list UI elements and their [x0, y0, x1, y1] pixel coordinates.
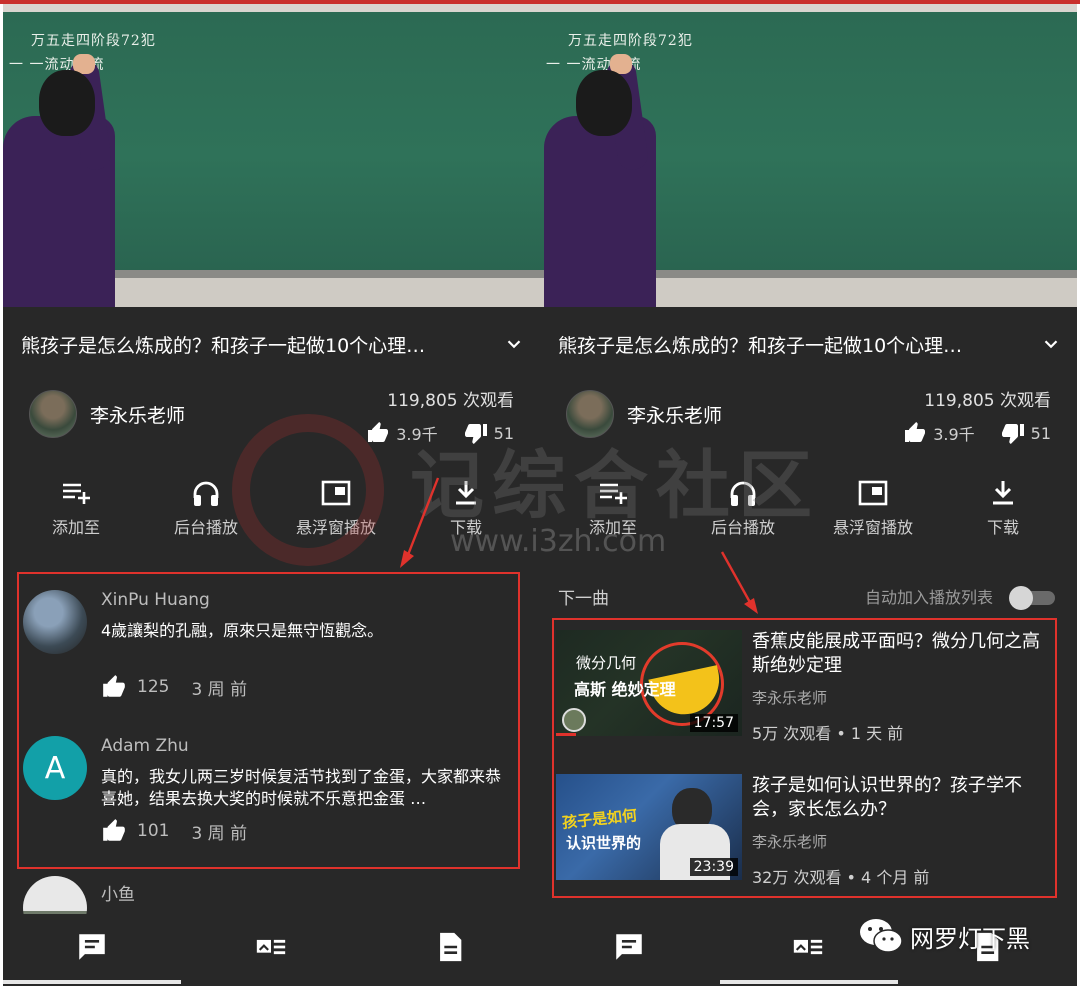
- picture-in-picture-icon: [321, 480, 351, 506]
- background-play-button[interactable]: 后台播放: [141, 478, 271, 538]
- channel-info[interactable]: 李永乐老师: [29, 390, 185, 438]
- wechat-account-name: 网罗灯下黑: [910, 924, 1030, 953]
- download-button[interactable]: 下载: [401, 478, 531, 538]
- right-phone-screen: 万五走四阶段72犯 一 一流动的流 熊孩子是怎么炼成的？和孩子一起做10个心理……: [540, 4, 1077, 986]
- headphones-icon: [193, 481, 219, 506]
- up-next-row: 下一曲 自动加入播放列表: [558, 582, 1055, 612]
- avatar[interactable]: [566, 390, 614, 438]
- floating-window-button[interactable]: 悬浮窗播放: [808, 478, 938, 538]
- up-next-label: 下一曲: [558, 589, 609, 609]
- bottom-nav: [3, 914, 540, 986]
- comment-item[interactable]: 小鱼: [23, 876, 523, 940]
- video-title: 熊孩子是怎么炼成的？和孩子一起做10个心理…: [21, 334, 426, 357]
- download-button[interactable]: 下载: [938, 478, 1068, 538]
- video-stats: 119,805 次观看 3.9千 51: [366, 386, 514, 445]
- channel-name[interactable]: 李永乐老师: [90, 401, 185, 428]
- chalk-writing: 万五走四阶段72犯: [568, 33, 693, 49]
- dislike-count: 51: [493, 423, 514, 443]
- action-bar: 添加至 后台播放 悬浮窗播放 下载: [540, 478, 1077, 548]
- like-count: 3.9千: [933, 425, 975, 444]
- video-player[interactable]: 万五走四阶段72犯 一 一流动的流: [540, 4, 1077, 307]
- wechat-badge: 网罗灯下黑: [858, 916, 1030, 956]
- autoplay-label: 自动加入播放列表: [864, 588, 993, 607]
- video-title-row[interactable]: 熊孩子是怎么炼成的？和孩子一起做10个心理…: [21, 324, 526, 364]
- thumbs-up-icon[interactable]: [366, 421, 390, 445]
- like-count: 3.9千: [396, 425, 438, 444]
- avatar[interactable]: [29, 390, 77, 438]
- playlist-add-icon: [600, 483, 627, 504]
- download-icon: [993, 481, 1013, 505]
- dislike-count: 51: [1030, 423, 1051, 443]
- headphones-icon: [730, 481, 756, 506]
- picture-in-picture-icon: [858, 480, 888, 506]
- add-to-button[interactable]: 添加至: [548, 478, 678, 538]
- chalk-writing: 万五走四阶段72犯: [31, 33, 156, 49]
- related-videos-icon[interactable]: [791, 930, 825, 964]
- channel-info[interactable]: 李永乐老师: [566, 390, 722, 438]
- video-player[interactable]: 万五走四阶段72犯 一 一流动的流: [3, 4, 540, 307]
- autoplay-toggle[interactable]: [1009, 586, 1055, 610]
- wechat-icon: [860, 919, 903, 953]
- background-play-button[interactable]: 后台播放: [678, 478, 808, 538]
- active-tab-indicator: [3, 980, 181, 984]
- view-count: 119,805 次观看: [924, 391, 1051, 411]
- comment-icon[interactable]: [612, 930, 646, 964]
- chevron-down-icon[interactable]: [503, 333, 525, 355]
- video-title-row[interactable]: 熊孩子是怎么炼成的？和孩子一起做10个心理…: [558, 324, 1063, 364]
- left-phone-screen: 万五走四阶段72犯 一 一流动的流 熊孩子是怎么炼成的？和孩子一起做10个心理……: [3, 4, 540, 986]
- action-bar: 添加至 后台播放 悬浮窗播放 下载: [3, 478, 540, 548]
- floating-window-button[interactable]: 悬浮窗播放: [271, 478, 401, 538]
- annotation-box: [552, 618, 1057, 898]
- view-count: 119,805 次观看: [387, 391, 514, 411]
- video-stats: 119,805 次观看 3.9千 51: [903, 386, 1051, 445]
- video-title: 熊孩子是怎么炼成的？和孩子一起做10个心理…: [558, 334, 963, 357]
- channel-name[interactable]: 李永乐老师: [627, 401, 722, 428]
- comment-author[interactable]: 小鱼: [101, 880, 135, 905]
- thumbs-up-icon[interactable]: [903, 421, 927, 445]
- description-icon[interactable]: [433, 930, 467, 964]
- annotation-box: [17, 572, 520, 869]
- playlist-add-icon: [63, 483, 90, 504]
- comment-icon[interactable]: [75, 930, 109, 964]
- thumbs-down-icon[interactable]: [1001, 421, 1025, 445]
- download-icon: [456, 481, 476, 505]
- active-tab-indicator: [720, 980, 898, 984]
- related-videos-icon[interactable]: [254, 930, 288, 964]
- chevron-down-icon[interactable]: [1040, 333, 1062, 355]
- add-to-button[interactable]: 添加至: [11, 478, 141, 538]
- thumbs-down-icon[interactable]: [464, 421, 488, 445]
